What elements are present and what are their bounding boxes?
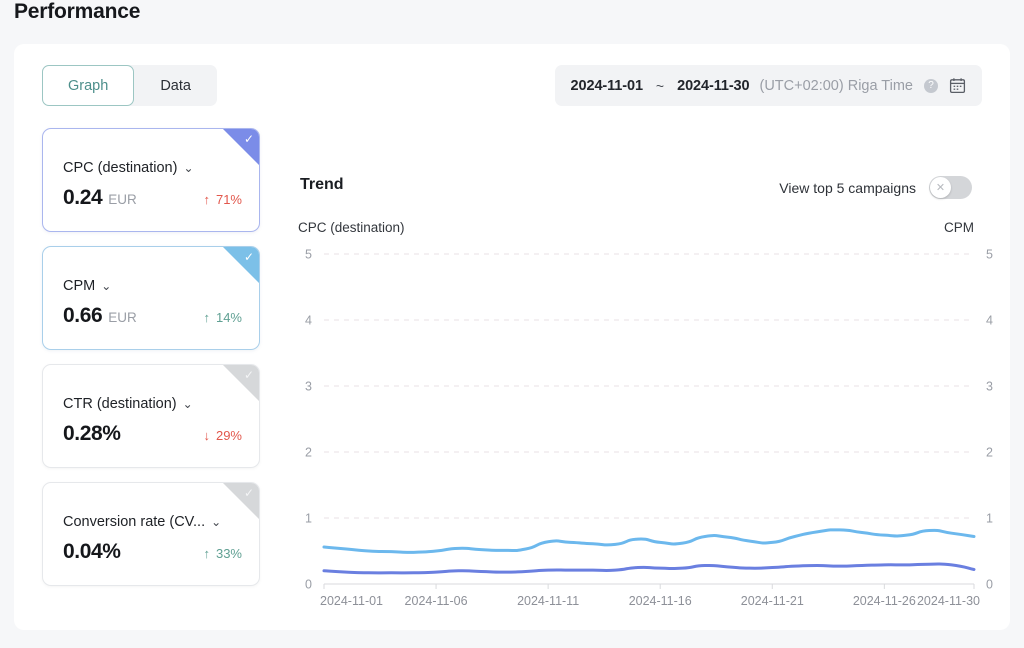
chevron-down-icon[interactable]: ⌄: [183, 161, 193, 175]
top-campaigns-toggle-label: View top 5 campaigns: [779, 179, 916, 196]
metric-card-delta-value: 29%: [215, 428, 242, 443]
metric-card-value-row: 0.28%: [63, 422, 127, 446]
calendar-icon[interactable]: [949, 77, 966, 94]
metric-card-delta-value: 33%: [215, 546, 242, 561]
metric-card-name-row[interactable]: Conversion rate (CV... ⌄: [63, 514, 221, 530]
metric-card-unit: EUR: [108, 310, 137, 325]
trend-arrow-icon: ↑: [203, 192, 210, 207]
metric-card-name: CPM: [63, 278, 96, 294]
chevron-down-icon[interactable]: ⌄: [211, 515, 221, 529]
date-range-picker[interactable]: 2024-11-01 ~ 2024-11-30 (UTC+02:00) Riga…: [554, 65, 982, 106]
svg-text:1: 1: [305, 512, 312, 526]
trend-title: Trend: [300, 176, 344, 193]
metric-card-ctr-destination[interactable]: ✓ CTR (destination) ⌄ 0.28% ↓ 29%: [42, 364, 260, 468]
top-campaigns-toggle[interactable]: ✕: [929, 176, 972, 199]
metric-card-cpm[interactable]: ✓ CPM ⌄ 0.66 EUR ↑ 14%: [42, 246, 260, 350]
svg-text:2: 2: [986, 446, 993, 460]
metric-card-name-row[interactable]: CPC (destination) ⌄: [63, 160, 194, 176]
svg-text:2024-11-01: 2024-11-01: [320, 594, 383, 608]
svg-text:2024-11-16: 2024-11-16: [629, 594, 692, 608]
metric-card-delta: ↑ 71%: [203, 192, 242, 207]
tab-data[interactable]: Data: [134, 65, 217, 106]
metric-card-value: 0.04%: [63, 540, 121, 563]
trend-arrow-icon: ↑: [203, 310, 210, 325]
svg-text:1: 1: [986, 512, 993, 526]
check-icon: ✓: [243, 368, 254, 382]
metric-card-value-row: 0.04%: [63, 540, 127, 564]
metric-card-name: CPC (destination): [63, 160, 178, 176]
view-tabs: Graph Data: [42, 65, 217, 106]
metric-card-name: Conversion rate (CV...: [63, 514, 206, 530]
page-title: Performance: [14, 0, 141, 23]
metric-card-cpc-destination[interactable]: ✓ CPC (destination) ⌄ 0.24 EUR ↑ 71%: [42, 128, 260, 232]
chart-svg: 0 0 1 1 2 2 3 3 4 4 5 5 2024-11-01 2024-11-06 2024-11-…: [305, 248, 993, 609]
check-icon: ✓: [243, 250, 254, 264]
metric-card-list: ✓ CPC (destination) ⌄ 0.24 EUR ↑ 71% ✓ C…: [42, 128, 260, 600]
chevron-down-icon[interactable]: ⌄: [101, 279, 111, 293]
check-icon: ✓: [243, 132, 254, 146]
chevron-down-icon[interactable]: ⌄: [183, 397, 193, 411]
metric-card-delta: ↑ 33%: [203, 546, 242, 561]
trend-line-chart: 0 0 1 1 2 2 3 3 4 4 5 5 2024-11-01 2024-11-06 2024-11-…: [276, 240, 1022, 620]
svg-text:0: 0: [305, 578, 312, 592]
svg-text:2024-11-30: 2024-11-30: [917, 594, 980, 608]
svg-text:3: 3: [986, 380, 993, 394]
date-range-start: 2024-11-01: [570, 77, 643, 94]
svg-text:2024-11-11: 2024-11-11: [517, 594, 579, 608]
metric-card-unit: EUR: [108, 192, 137, 207]
metric-card-name-row[interactable]: CTR (destination) ⌄: [63, 396, 193, 412]
question-mark-icon[interactable]: ?: [924, 78, 938, 93]
left-axis-title: CPC (destination): [298, 220, 405, 235]
metric-card-name-row[interactable]: CPM ⌄: [63, 278, 111, 294]
metric-card-name: CTR (destination): [63, 396, 177, 412]
metric-card-value-row: 0.24 EUR: [63, 186, 137, 210]
check-icon: ✓: [243, 486, 254, 500]
metric-card-value: 0.28%: [63, 422, 121, 445]
svg-text:5: 5: [305, 248, 312, 262]
trend-arrow-icon: ↑: [203, 546, 210, 561]
right-axis-title: CPM: [944, 220, 974, 235]
svg-text:2: 2: [305, 446, 312, 460]
performance-panel: Graph Data 2024-11-01 ~ 2024-11-30 (UTC+…: [14, 44, 1010, 630]
date-range-timezone: (UTC+02:00) Riga Time: [759, 77, 913, 94]
metric-card-value: 0.24: [63, 186, 103, 209]
metric-card-delta-value: 71%: [215, 192, 242, 207]
metric-card-conversion-rate[interactable]: ✓ Conversion rate (CV... ⌄ 0.04% ↑ 33%: [42, 482, 260, 586]
svg-text:4: 4: [305, 314, 312, 328]
metric-card-value-row: 0.66 EUR: [63, 304, 137, 328]
metric-card-delta-value: 14%: [215, 310, 242, 325]
tab-graph[interactable]: Graph: [42, 65, 135, 106]
panel-toolbar: Graph Data 2024-11-01 ~ 2024-11-30 (UTC+…: [14, 44, 1010, 128]
trend-arrow-icon: ↓: [203, 428, 210, 443]
metric-card-delta: ↑ 14%: [203, 310, 242, 325]
performance-page: Performance Graph Data 2024-11-01 ~ 2024…: [0, 0, 1024, 648]
svg-text:0: 0: [986, 578, 993, 592]
metric-card-delta: ↓ 29%: [203, 428, 242, 443]
svg-text:2024-11-06: 2024-11-06: [405, 594, 468, 608]
metric-card-value: 0.66: [63, 304, 103, 327]
date-range-end: 2024-11-30: [677, 77, 750, 94]
svg-text:5: 5: [986, 248, 993, 262]
svg-text:2024-11-26: 2024-11-26: [853, 594, 916, 608]
top-campaigns-toggle-row: View top 5 campaigns ✕: [779, 176, 972, 199]
svg-text:4: 4: [986, 314, 993, 328]
svg-text:3: 3: [305, 380, 312, 394]
svg-text:2024-11-21: 2024-11-21: [741, 594, 804, 608]
date-range-separator: ~: [655, 77, 665, 94]
close-x-icon: ✕: [930, 177, 951, 198]
